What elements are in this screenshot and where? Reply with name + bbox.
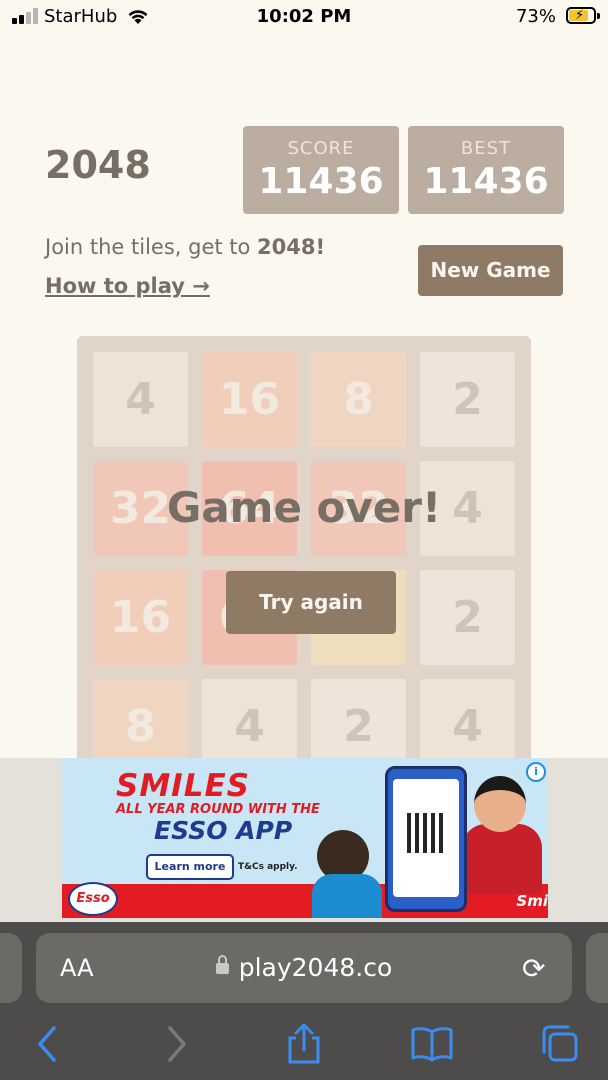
ad-headline: SMILES — [116, 768, 250, 804]
battery-charging-icon: ⚡ — [566, 7, 600, 24]
game-title: 2048 — [45, 143, 151, 187]
esso-ad-banner[interactable]: SMILES ALL YEAR ROUND WITH THE ESSO APP … — [62, 758, 548, 918]
bookmarks-icon[interactable] — [410, 1022, 454, 1066]
how-to-play-link[interactable]: How to play → — [45, 274, 210, 298]
game-over-overlay: Game over! Try again — [77, 336, 531, 790]
ad-learn-more-button[interactable]: Learn more — [146, 854, 234, 880]
intro-text: Join the tiles, get to 2048! — [45, 235, 325, 259]
ad-man-body — [462, 824, 542, 894]
status-bar: StarHub 10:02 PM 73% ⚡ — [0, 0, 608, 34]
reload-icon[interactable]: ⟳ — [522, 952, 545, 985]
game-board[interactable]: 416823264324166412828424 Game over! Try … — [77, 336, 531, 790]
best-score-box: BEST 11436 — [408, 126, 564, 214]
best-value: 11436 — [423, 161, 549, 202]
back-icon[interactable] — [34, 1022, 60, 1066]
try-again-button[interactable]: Try again — [226, 571, 396, 634]
new-game-button[interactable]: New Game — [418, 245, 563, 296]
game-over-message: Game over! — [166, 483, 442, 532]
score-box: SCORE 11436 — [243, 126, 399, 214]
intro-text-bold: 2048! — [257, 235, 326, 259]
url-text: play2048.co — [238, 953, 393, 982]
score-label: SCORE — [287, 138, 355, 159]
ad-corner-brand: Smi — [516, 892, 548, 910]
url-display[interactable]: play2048.co — [0, 953, 608, 982]
ad-app-name: ESSO APP — [154, 816, 293, 845]
ad-tagline: ALL YEAR ROUND WITH THE — [116, 802, 320, 817]
ad-terms: T&Cs apply. — [238, 862, 298, 872]
qr-code-icon — [407, 813, 447, 853]
share-icon[interactable] — [286, 1022, 322, 1066]
score-value: 11436 — [258, 161, 384, 202]
lock-icon — [215, 955, 229, 974]
ad-phone-image — [385, 766, 467, 912]
ad-man-image — [474, 776, 526, 832]
ad-info-icon[interactable]: i — [526, 762, 546, 782]
best-label: BEST — [460, 138, 512, 159]
intro-text-plain: Join the tiles, get to — [45, 235, 258, 259]
esso-logo: Esso — [68, 882, 118, 916]
ad-child-body — [312, 874, 382, 918]
forward-icon[interactable] — [164, 1022, 190, 1066]
tabs-icon[interactable] — [540, 1022, 580, 1066]
battery-percent: 73% — [515, 6, 556, 27]
